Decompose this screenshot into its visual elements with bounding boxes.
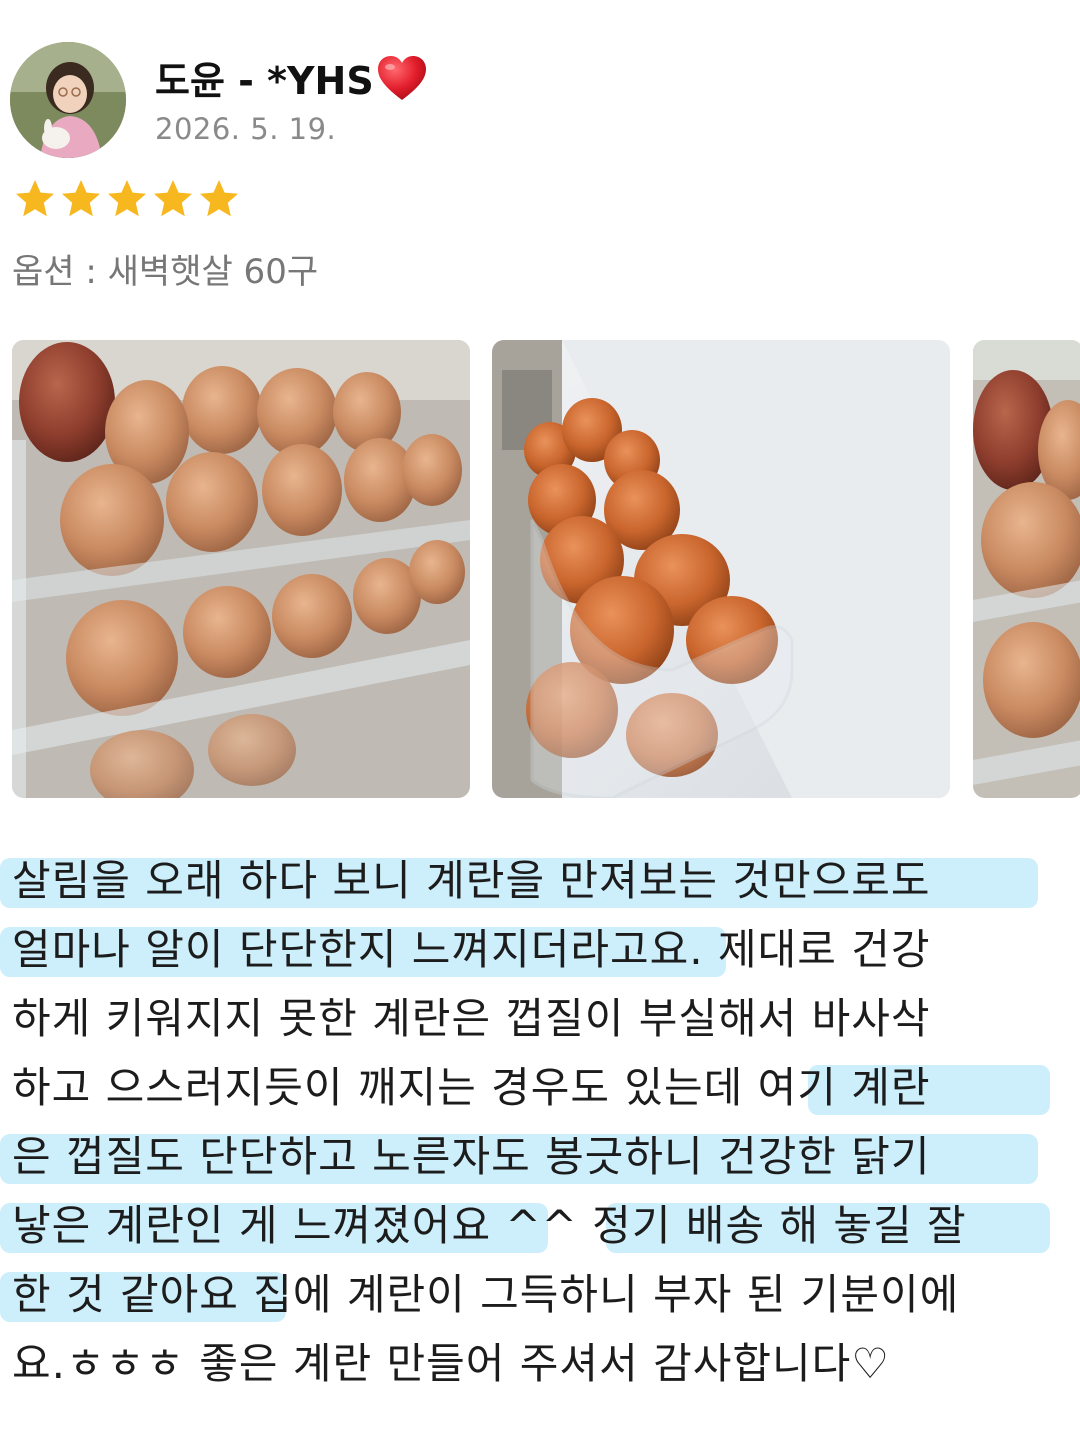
star-icon [62, 180, 100, 217]
review-card: 도윤 - *YHS 2026. 5. 19. 옵션 : 새벽햇살 60구 살림을… [0, 0, 1080, 1440]
review-date: 2026. 5. 19. [155, 112, 337, 146]
review-body-line: 얼마나 알이 단단한지 느껴지더라고요. 제대로 건강 [0, 915, 1062, 984]
review-body-line: 하게 키워지지 못한 계란은 껍질이 부실해서 바사삭 [12, 994, 931, 1043]
review-body-line: 낳은 계란인 게 느껴졌어요 ^^ 정기 배송 해 놓길 잘 [0, 1191, 1062, 1260]
heart-icon [377, 55, 426, 100]
review-body-line: 한 것 같아요 집에 계란이 그득하니 부자 된 기분이에 [0, 1260, 1062, 1329]
eggs-door-rack-image [12, 340, 470, 798]
username-text: 도윤 - *YHS [155, 59, 374, 103]
star-icon [154, 180, 192, 217]
avatar-image [10, 42, 126, 158]
review-body-line: 살림을 오래 하다 보니 계란을 만져보는 것만으로도 [0, 846, 1062, 915]
username: 도윤 - *YHS [155, 50, 428, 105]
star-icon [108, 180, 146, 217]
review-body-line: 은 껍질도 단단하고 노른자도 봉긋하니 건강한 닭기 [0, 1122, 1062, 1191]
review-photo[interactable] [12, 340, 470, 798]
star-icon [16, 180, 54, 217]
eggs-shelf-bin-image [492, 340, 950, 798]
star-icon [200, 180, 238, 217]
avatar[interactable] [10, 42, 126, 158]
review-photo[interactable] [973, 340, 1080, 798]
review-photo[interactable] [492, 340, 950, 798]
review-body: 살림을 오래 하다 보니 계란을 만져보는 것만으로도 얼마나 알이 단단한지 … [0, 846, 1062, 1398]
photo-carousel[interactable] [10, 340, 1080, 800]
review-body-line: 요.ㅎㅎㅎ 좋은 계란 만들어 주셔서 감사합니다♡ [12, 1339, 890, 1388]
eggs-partial-image [973, 340, 1080, 798]
purchase-option: 옵션 : 새벽햇살 60구 [12, 252, 319, 292]
star-rating [14, 178, 240, 220]
review-body-line: 하고 으스러지듯이 깨지는 경우도 있는데 여기 계란 [12, 1053, 1062, 1122]
